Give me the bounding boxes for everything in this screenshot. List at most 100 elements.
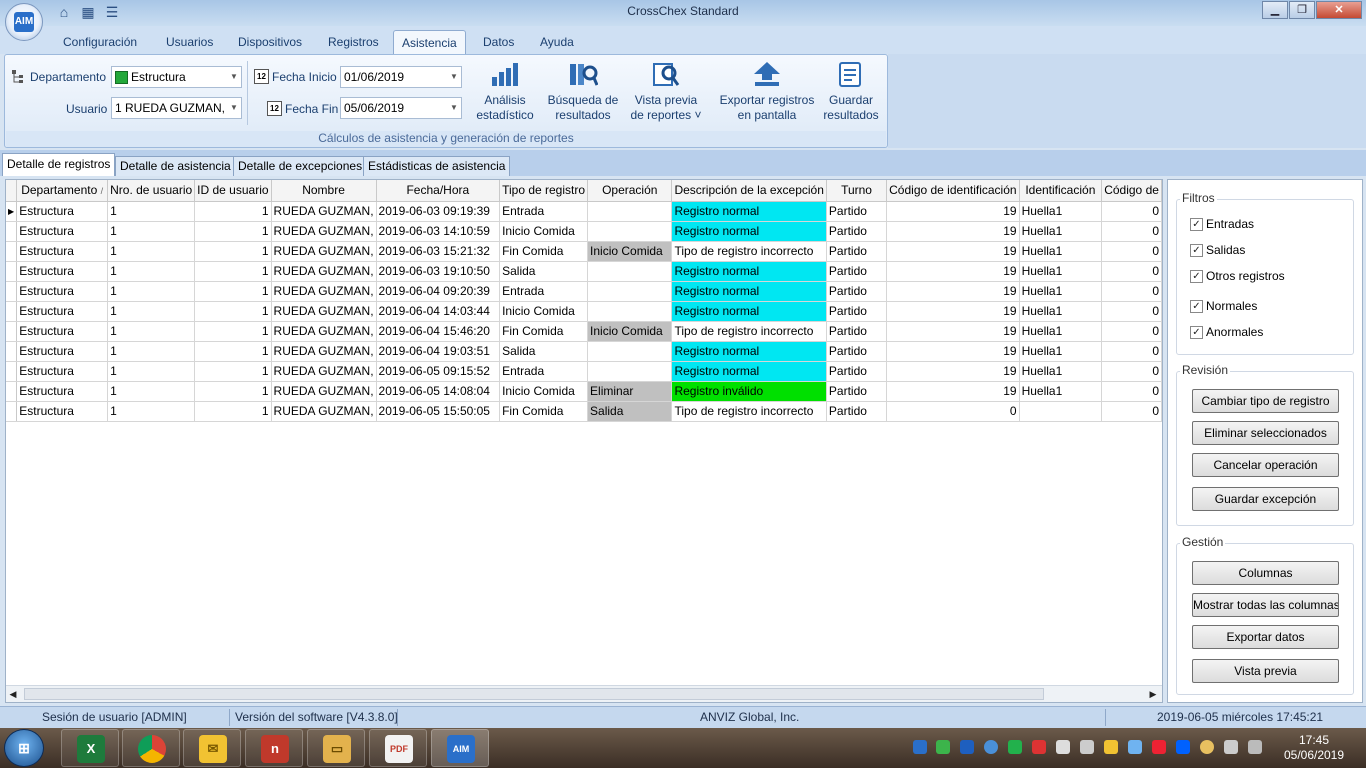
column-header[interactable]: ID de usuario (194, 180, 272, 202)
user-number-cell[interactable]: 1 (107, 261, 196, 282)
exception-description-cell[interactable]: Registro normal (671, 361, 827, 382)
user-id-cell[interactable]: 1 (194, 221, 272, 242)
name-cell[interactable]: RUEDA GUZMAN, (271, 201, 377, 222)
exception-description-cell[interactable]: Tipo de registro incorrecto (671, 321, 827, 342)
identification-cell[interactable]: Huella1 (1019, 281, 1103, 302)
identification-cell[interactable] (1019, 401, 1103, 422)
operation-cell[interactable]: Eliminar (587, 381, 673, 402)
shield-tray-icon[interactable] (936, 740, 950, 754)
exception-description-cell[interactable]: Registro normal (671, 201, 827, 222)
change-record-type-button[interactable]: Cambiar tipo de registro (1192, 389, 1339, 413)
outlook-tray-icon[interactable] (1104, 740, 1118, 754)
record-type-cell[interactable]: Entrada (499, 281, 589, 302)
name-cell[interactable]: RUEDA GUZMAN, (271, 261, 377, 282)
name-cell[interactable]: RUEDA GUZMAN, (271, 321, 377, 342)
datetime-cell[interactable]: 2019-06-04 09:20:39 (376, 281, 501, 302)
checkbox-entradas[interactable]: ✓ Entradas (1190, 217, 1254, 233)
exception-description-cell[interactable]: Tipo de registro incorrecto (671, 241, 827, 262)
export-screen-button[interactable]: Exportar registros en pantalla (711, 61, 823, 123)
user-number-cell[interactable]: 1 (107, 401, 196, 422)
operation-cell[interactable] (587, 301, 673, 322)
maximize-button[interactable]: ❐ (1289, 1, 1315, 19)
shift-cell[interactable]: Partido (826, 381, 888, 402)
record-type-cell[interactable]: Inicio Comida (499, 381, 589, 402)
datetime-cell[interactable]: 2019-06-03 14:10:59 (376, 221, 501, 242)
user-number-cell[interactable]: 1 (107, 201, 196, 222)
identification-cell[interactable]: Huella1 (1019, 321, 1103, 342)
flag-tray-icon[interactable] (1056, 740, 1070, 754)
datetime-cell[interactable]: 2019-06-03 09:19:39 (376, 201, 501, 222)
code-cell[interactable]: 0 (1101, 241, 1162, 262)
minimize-button[interactable]: ▁ (1262, 1, 1288, 19)
record-type-cell[interactable]: Fin Comida (499, 321, 589, 342)
operation-cell[interactable] (587, 201, 673, 222)
tab-ayuda[interactable]: Ayuda (532, 30, 582, 54)
id-code-cell[interactable]: 19 (886, 381, 1020, 402)
column-header[interactable]: Turno (826, 180, 888, 202)
column-header[interactable]: Operación (587, 180, 673, 202)
volume-tray-icon[interactable] (1080, 740, 1094, 754)
table-row[interactable]: Estructura 1 1 RUEDA GUZMAN, 2019-06-05 09:1… (6, 361, 1162, 382)
dept-cell[interactable]: Estructura (16, 301, 109, 322)
record-type-cell[interactable]: Entrada (499, 201, 589, 222)
shift-cell[interactable]: Partido (826, 241, 888, 262)
table-row[interactable]: Estructura 1 1 RUEDA GUZMAN, 2019-06-04 14:0… (6, 301, 1162, 322)
dept-cell[interactable]: Estructura (16, 201, 109, 222)
datetime-cell[interactable]: 2019-06-05 15:50:05 (376, 401, 501, 422)
table-row[interactable]: Estructura 1 1 RUEDA GUZMAN, 2019-06-04 15:4… (6, 321, 1162, 342)
shift-cell[interactable]: Partido (826, 201, 888, 222)
save-exception-button[interactable]: Guardar excepción (1192, 487, 1339, 511)
tab-detalle-registros[interactable]: Detalle de registros (2, 153, 116, 176)
search-results-button[interactable]: Búsqueda de resultados (544, 61, 622, 123)
exception-description-cell[interactable]: Registro normal (671, 281, 827, 302)
table-row[interactable]: Estructura 1 1 RUEDA GUZMAN, 2019-06-04 19:0… (6, 341, 1162, 362)
identification-cell[interactable]: Huella1 (1019, 381, 1103, 402)
id-code-cell[interactable]: 19 (886, 361, 1020, 382)
outlook-icon[interactable]: ✉ (183, 729, 241, 767)
tab-datos[interactable]: Datos (475, 30, 522, 54)
datetime-cell[interactable]: 2019-06-05 14:08:04 (376, 381, 501, 402)
column-header[interactable]: Nro. de usuario (107, 180, 196, 202)
user-number-cell[interactable]: 1 (107, 301, 196, 322)
id-code-cell[interactable]: 19 (886, 241, 1020, 262)
id-code-cell[interactable]: 19 (886, 301, 1020, 322)
code-cell[interactable]: 0 (1101, 381, 1162, 402)
adobe-tray-icon[interactable] (1032, 740, 1046, 754)
identification-cell[interactable]: Huella1 (1019, 341, 1103, 362)
tab-estadisticas-asistencia[interactable]: Estádisticas de asistencia (363, 156, 511, 176)
antivirus-tray-icon[interactable] (1152, 740, 1166, 754)
name-cell[interactable]: RUEDA GUZMAN, (271, 281, 377, 302)
column-header[interactable]: Código de (1101, 180, 1162, 202)
column-header[interactable]: Descripción de la excepción (671, 180, 827, 202)
record-type-cell[interactable]: Salida (499, 341, 589, 362)
table-row[interactable]: Estructura 1 1 RUEDA GUZMAN, 2019-06-03 14:1… (6, 221, 1162, 242)
identification-cell[interactable]: Huella1 (1019, 241, 1103, 262)
user-id-cell[interactable]: 1 (194, 361, 272, 382)
user-number-cell[interactable]: 1 (107, 361, 196, 382)
monitor-tray-icon[interactable] (1224, 740, 1238, 754)
tab-registros[interactable]: Registros (320, 30, 387, 54)
statistical-analysis-button[interactable]: Análisis estadístico (471, 61, 539, 123)
user-id-cell[interactable]: 1 (194, 201, 272, 222)
excel-icon[interactable]: X (61, 729, 119, 767)
record-type-cell[interactable]: Fin Comida (499, 401, 589, 422)
tab-usuarios[interactable]: Usuarios (158, 30, 221, 54)
security-tray-icon[interactable] (1008, 740, 1022, 754)
datetime-cell[interactable]: 2019-06-03 19:10:50 (376, 261, 501, 282)
name-cell[interactable]: RUEDA GUZMAN, (271, 221, 377, 242)
start-button-icon[interactable]: ⊞ (4, 729, 44, 767)
tab-configuracion[interactable]: Configuración (55, 30, 145, 54)
column-header[interactable]: Fecha/Hora (376, 180, 501, 202)
start-date-picker[interactable]: 01/06/2019 ▼ (340, 66, 462, 88)
dept-cell[interactable]: Estructura (16, 401, 109, 422)
id-code-cell[interactable]: 19 (886, 261, 1020, 282)
name-cell[interactable]: RUEDA GUZMAN, (271, 381, 377, 402)
exception-description-cell[interactable]: Registro normal (671, 261, 827, 282)
name-cell[interactable]: RUEDA GUZMAN, (271, 401, 377, 422)
shift-cell[interactable]: Partido (826, 341, 888, 362)
dept-cell[interactable]: Estructura (16, 221, 109, 242)
horizontal-scrollbar[interactable]: ◀ ▶ (6, 685, 1162, 702)
column-header[interactable]: Nombre (271, 180, 377, 202)
code-cell[interactable]: 0 (1101, 341, 1162, 362)
malwarebytes-tray-icon[interactable] (960, 740, 974, 754)
